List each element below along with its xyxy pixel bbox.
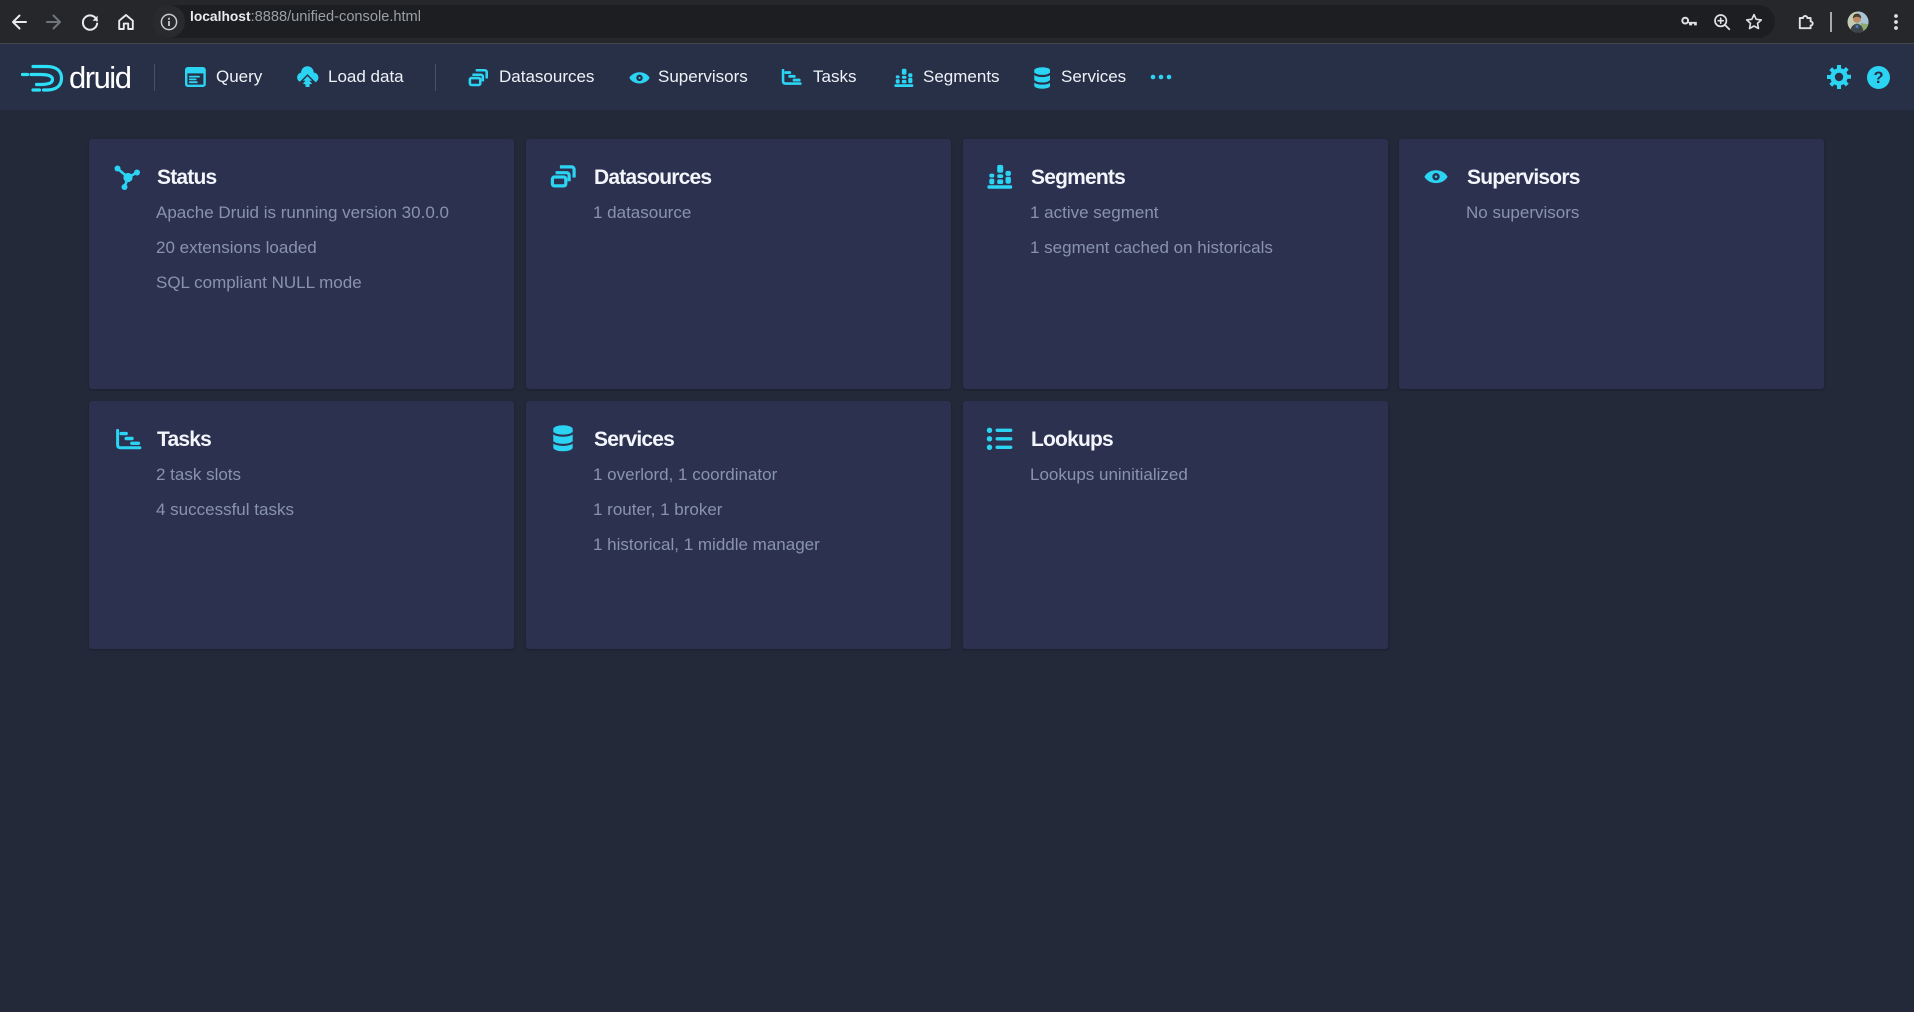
svg-text:?: ? [1873, 69, 1883, 87]
